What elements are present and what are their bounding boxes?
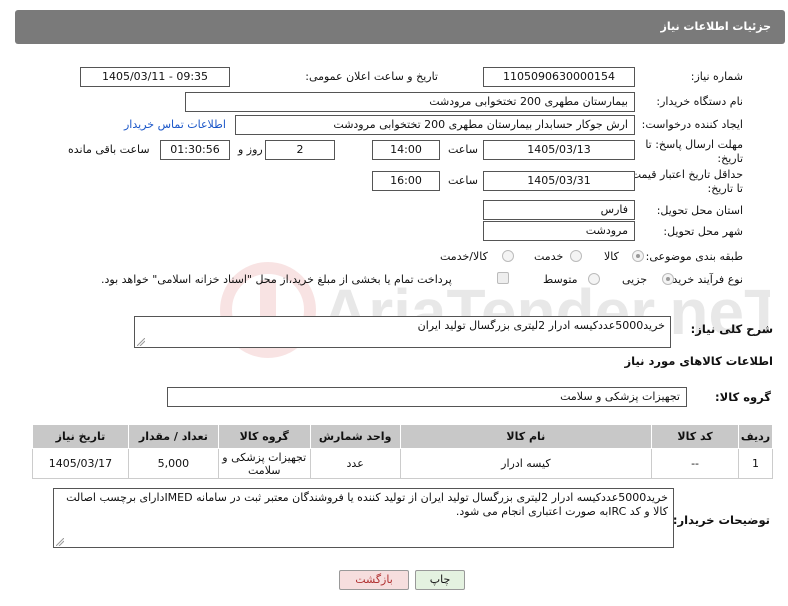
print-button[interactable]: چاپ (415, 570, 465, 590)
resize-grip-icon[interactable] (56, 538, 64, 546)
process-option-medium: متوسط (543, 273, 578, 286)
creator-field: ارش جوکار حسابدار بیمارستان مطهری 200 تخ… (235, 115, 635, 135)
province-field: فارس (483, 200, 635, 220)
cell-date: 1405/03/17 (32, 448, 129, 479)
category-radio-service[interactable] (570, 250, 582, 262)
cell-unit: عدد (309, 448, 401, 479)
validity-date-field: 1405/03/31 (483, 171, 635, 191)
buyer-org-field: بیمارستان مطهری 200 تختخوابی مرودشت (185, 92, 635, 112)
deadline-label-2: تاریخ: (717, 152, 743, 165)
col-code: کد کالا (651, 424, 739, 449)
col-quantity: تعداد / مقدار (127, 424, 219, 449)
buyer-org-label: نام دستگاه خریدار: (656, 95, 743, 108)
deadline-time-label: ساعت (448, 143, 478, 156)
category-option-both: کالا/خدمت (440, 250, 488, 263)
summary-textarea[interactable]: خرید5000عددکیسه ادرار 2لیتری بزرگسال تول… (134, 316, 671, 348)
cell-code: -- (651, 448, 739, 479)
need-number-field: 1105090630000154 (483, 67, 635, 87)
buyer-notes-textarea[interactable]: خرید5000عددکیسه ادرار 2لیتری بزرگسال تول… (53, 488, 674, 548)
days-label: روز و (238, 143, 263, 156)
buyer-notes-text: خرید5000عددکیسه ادرار 2لیتری بزرگسال تول… (66, 491, 668, 518)
col-group: گروه کالا (217, 424, 311, 449)
category-radio-goods[interactable] (632, 250, 644, 262)
city-label: شهر محل تحویل: (663, 225, 743, 238)
category-label: طبقه بندی موضوعی: (645, 250, 743, 263)
watermark-logo: AriaTender.neT (220, 262, 770, 358)
header-bar: جزئیات اطلاعات نیاز (15, 10, 785, 44)
back-button[interactable]: بازگشت (339, 570, 409, 590)
col-unit: واحد شمارش (309, 424, 401, 449)
creator-label: ایجاد کننده درخواست: (641, 118, 743, 131)
category-option-service: خدمت (534, 250, 564, 263)
days-field: 2 (265, 140, 335, 160)
need-number-label: شماره نیاز: (690, 70, 743, 83)
treasury-checkbox[interactable] (497, 272, 509, 284)
city-field: مرودشت (483, 221, 635, 241)
cell-name: کیسه ادرار (399, 448, 653, 479)
buyer-notes-label: توضیحات خریدار: (672, 513, 770, 527)
col-name: نام کالا (399, 424, 653, 449)
province-label: استان محل تحویل: (656, 204, 743, 217)
page-title: جزئیات اطلاعات نیاز (660, 20, 772, 33)
validity-time-field: 16:00 (372, 171, 440, 191)
summary-label: شرح کلی نیاز: (690, 322, 773, 336)
cell-group: تجهیزات پزشکی و سلامت (217, 448, 311, 479)
goods-section-title: اطلاعات کالاهای مورد نیاز (624, 354, 773, 368)
category-option-goods: کالا (604, 250, 619, 263)
remaining-time-field: 01:30:56 (160, 140, 230, 160)
deadline-date-field: 1405/03/13 (483, 140, 635, 160)
process-radio-medium[interactable] (588, 273, 600, 285)
process-label: نوع فرآیند خرید : (665, 273, 743, 286)
goods-group-field: تجهیزات پزشکی و سلامت (167, 387, 687, 407)
goods-table: تاریخ نیاز تعداد / مقدار گروه کالا واحد … (32, 424, 774, 479)
announce-label: تاریخ و ساعت اعلان عمومی: (305, 70, 438, 83)
col-need-date: تاریخ نیاز (32, 424, 129, 449)
category-radio-both[interactable] (502, 250, 514, 262)
goods-group-label: گروه کالا: (715, 390, 771, 404)
table-header-row: تاریخ نیاز تعداد / مقدار گروه کالا واحد … (32, 424, 774, 449)
validity-label: حداقل تاریخ اعتبار قیمت: (627, 168, 743, 181)
process-option-minor: جزیی (622, 273, 648, 286)
summary-text: خرید5000عددکیسه ادرار 2لیتری بزرگسال تول… (417, 319, 665, 332)
resize-grip-icon[interactable] (137, 338, 145, 346)
col-index: ردیف (737, 424, 774, 449)
remaining-label: ساعت باقی مانده (68, 143, 150, 156)
cell-qty: 5,000 (127, 448, 219, 479)
process-radio-minor[interactable] (662, 273, 674, 285)
validity-label-2: تا تاریخ: (707, 182, 743, 195)
deadline-label: مهلت ارسال پاسخ: تا (645, 138, 743, 151)
announce-field: 1405/03/11 - 09:35 (80, 67, 230, 87)
table-row: 1405/03/17 5,000 تجهیزات پزشکی و سلامت ع… (32, 448, 774, 479)
cell-index: 1 (737, 448, 774, 479)
buyer-contact-link[interactable]: اطلاعات تماس خریدار (124, 118, 226, 131)
deadline-time-field: 14:00 (372, 140, 440, 160)
payment-note: پرداخت تمام یا بخشی از مبلغ خرید،از محل … (101, 273, 452, 286)
validity-time-label: ساعت (448, 174, 478, 187)
